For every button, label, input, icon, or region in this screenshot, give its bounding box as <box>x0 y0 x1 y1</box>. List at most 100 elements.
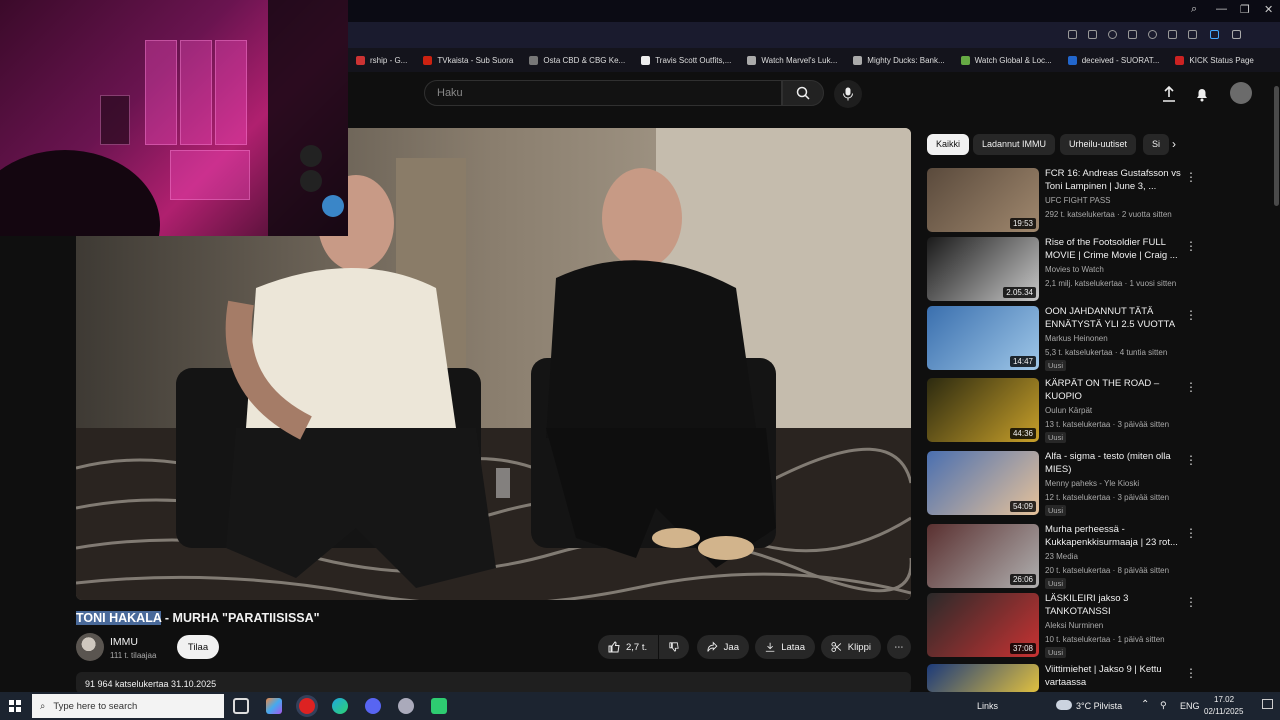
notification-center-icon[interactable] <box>1262 699 1273 709</box>
more-options-icon[interactable]: ⋮ <box>1185 308 1197 322</box>
recommendation-title[interactable]: Alfa - sigma - testo (miten olla MIES) <box>1045 451 1183 476</box>
recommendation-title[interactable]: Viittimiehet | Jakso 9 | Kettu vartaassa <box>1045 664 1183 689</box>
subscribe-button[interactable]: Tilaa <box>177 635 219 659</box>
settings-icon[interactable] <box>1232 30 1241 39</box>
close-icon[interactable]: ✕ <box>1264 3 1273 16</box>
recommendation-item[interactable]: 37:08 LÄSKILEIRI jakso 3 TANKOTANSSI Aleks… <box>927 593 1267 659</box>
recommendation-thumbnail[interactable]: 2.05.34 <box>927 237 1039 301</box>
more-options-icon[interactable]: ⋮ <box>1185 170 1197 184</box>
like-button[interactable]: 2,7 t. <box>598 635 658 659</box>
taskbar-search-input[interactable]: ⌕ Type here to search <box>32 694 224 718</box>
recommendation-item[interactable]: 19:53 FCR 16: Andreas Gustafsson vs Toni … <box>927 168 1267 234</box>
recommendation-thumbnail[interactable]: 14:47 <box>927 306 1039 370</box>
app-icon[interactable] <box>431 698 447 714</box>
upload-button[interactable] <box>1159 84 1179 104</box>
recommendation-item[interactable]: 2.05.34 Rise of the Footsoldier FULL MOVI… <box>927 237 1267 303</box>
voice-search-button[interactable] <box>834 80 862 108</box>
discord-icon[interactable] <box>365 698 381 714</box>
recommendation-thumbnail[interactable]: 19:53 <box>927 168 1039 232</box>
description-box[interactable]: 91 964 katselukertaa 31.10.2025 <box>76 672 911 694</box>
recommendation-channel[interactable]: Movies to Watch <box>1045 265 1104 274</box>
recommendation-channel[interactable]: Aleksi Nurminen <box>1045 621 1103 630</box>
shield-icon[interactable] <box>1108 30 1117 39</box>
chevron-up-icon[interactable]: ⌃ <box>1141 699 1149 710</box>
recommendation-thumbnail[interactable] <box>927 664 1039 692</box>
bookmark-item[interactable]: Watch Marvel's Luk... <box>739 55 845 65</box>
windows-start-icon[interactable] <box>9 700 21 712</box>
more-options-icon[interactable]: ⋮ <box>1185 666 1197 680</box>
clock-date[interactable]: 02/11/2025 <box>1204 707 1243 716</box>
dislike-button[interactable] <box>659 635 689 659</box>
recommendation-channel[interactable]: UFC FIGHT PASS <box>1045 196 1111 205</box>
recommendation-title[interactable]: OON JAHDANNUT TÄTÄ ENNÄTYSTÄ YLI 2.5 VUO… <box>1045 306 1183 331</box>
channel-avatar[interactable] <box>76 633 104 661</box>
app-icon[interactable] <box>398 698 414 714</box>
bookmark-item[interactable]: rship - G... <box>348 55 415 65</box>
recommendation-title[interactable]: Murha perheessä - Kukkapenkkisurmaaja | … <box>1045 524 1183 549</box>
recommendation-title[interactable]: FCR 16: Andreas Gustafsson vs Toni Lampi… <box>1045 168 1183 193</box>
language-indicator[interactable]: ENG <box>1180 701 1200 711</box>
bookmark-item[interactable]: Mighty Ducks: Bank... <box>845 55 952 65</box>
minimize-icon[interactable]: — <box>1216 3 1227 15</box>
opera-icon[interactable] <box>299 698 315 714</box>
recommendation-channel[interactable]: Menny paheks - Yle Kioski <box>1045 479 1139 488</box>
recommendation-channel[interactable]: 23 Media <box>1045 552 1078 561</box>
network-icon[interactable]: ⚲ <box>1160 700 1167 711</box>
recommendation-item[interactable]: Viittimiehet | Jakso 9 | Kettu vartaassa… <box>927 664 1267 692</box>
recommendation-thumbnail[interactable]: 37:08 <box>927 593 1039 657</box>
restore-icon[interactable]: ❐ <box>1240 3 1250 16</box>
edge-icon[interactable] <box>332 698 348 714</box>
download-button[interactable]: Lataa <box>755 635 815 659</box>
filter-chip[interactable]: Urheilu-uutiset <box>1060 134 1137 155</box>
recommendation-item[interactable]: 26:06 Murha perheessä - Kukkapenkkisurmaa… <box>927 524 1267 590</box>
more-options-icon[interactable]: ⋮ <box>1185 239 1197 253</box>
toolbar-icon[interactable] <box>1068 30 1077 39</box>
heart-icon[interactable] <box>1148 30 1157 39</box>
recommendation-channel[interactable]: Markus Heinonen <box>1045 334 1108 343</box>
recommendation-item[interactable]: 14:47 OON JAHDANNUT TÄTÄ ENNÄTYSTÄ YLI 2.… <box>927 306 1267 372</box>
search-icon[interactable]: ⌕ <box>1191 3 1197 16</box>
links-toolbar[interactable]: Links <box>977 701 998 711</box>
extension-icon[interactable] <box>1210 30 1219 39</box>
recommendation-thumbnail[interactable]: 26:06 <box>927 524 1039 588</box>
camera-icon[interactable] <box>1088 30 1097 39</box>
recommendation-title[interactable]: KÄRPÄT ON THE ROAD – KUOPIO <box>1045 378 1183 403</box>
recommendation-item[interactable]: 44:36 KÄRPÄT ON THE ROAD – KUOPIO Oulun Kä… <box>927 378 1267 444</box>
recommendation-title[interactable]: Rise of the Footsoldier FULL MOVIE | Cri… <box>1045 237 1183 262</box>
recommendation-title[interactable]: LÄSKILEIRI jakso 3 TANKOTANSSI <box>1045 593 1183 618</box>
channel-name[interactable]: IMMU <box>110 636 138 648</box>
more-options-icon[interactable]: ⋮ <box>1185 453 1197 467</box>
recommendation-item[interactable]: 54:09 Alfa - sigma - testo (miten olla MI… <box>927 451 1267 517</box>
chevron-right-icon[interactable]: › <box>1172 137 1176 151</box>
weather-text[interactable]: 3°C Pilvista <box>1076 701 1122 711</box>
clipboard-icon[interactable] <box>1188 30 1197 39</box>
share-button[interactable]: Jaa <box>697 635 749 659</box>
recommendation-thumbnail[interactable]: 54:09 <box>927 451 1039 515</box>
bookmark-item[interactable]: Osta CBD & CBG Ke... <box>521 55 633 65</box>
bookmark-item[interactable]: deceived - SUORAT... <box>1060 55 1168 65</box>
clock-time[interactable]: 17.02 <box>1214 695 1234 704</box>
scrollbar[interactable] <box>1273 72 1280 692</box>
bookmark-item[interactable]: KICK Status Page <box>1167 55 1261 65</box>
filter-chip[interactable]: Si <box>1143 134 1170 155</box>
search-button[interactable] <box>782 80 824 106</box>
task-view-icon[interactable] <box>233 698 249 714</box>
bookmark-item[interactable]: TVkaista - Sub Suora <box>415 55 521 65</box>
play-icon[interactable] <box>1128 30 1137 39</box>
bookmark-item[interactable]: Watch Global & Loc... <box>953 55 1060 65</box>
recommendation-channel[interactable]: Oulun Kärpät <box>1045 406 1092 415</box>
copilot-icon[interactable] <box>266 698 282 714</box>
more-options-icon[interactable]: ⋮ <box>1185 595 1197 609</box>
filter-chip[interactable]: Kaikki <box>927 134 970 155</box>
bookmark-item[interactable]: Travis Scott Outfits,... <box>633 55 739 65</box>
filter-chip[interactable]: Ladannut IMMU <box>973 134 1056 155</box>
scrollbar-thumb[interactable] <box>1274 86 1279 206</box>
account-avatar[interactable] <box>1230 82 1252 104</box>
notifications-button[interactable] <box>1192 84 1212 104</box>
search-input[interactable]: Haku <box>424 80 782 106</box>
more-options-icon[interactable]: ⋮ <box>1185 526 1197 540</box>
more-actions-button[interactable]: ⋯ <box>887 635 911 659</box>
menu-icon[interactable] <box>1168 30 1177 39</box>
recommendation-thumbnail[interactable]: 44:36 <box>927 378 1039 442</box>
clip-button[interactable]: Klippi <box>821 635 881 659</box>
